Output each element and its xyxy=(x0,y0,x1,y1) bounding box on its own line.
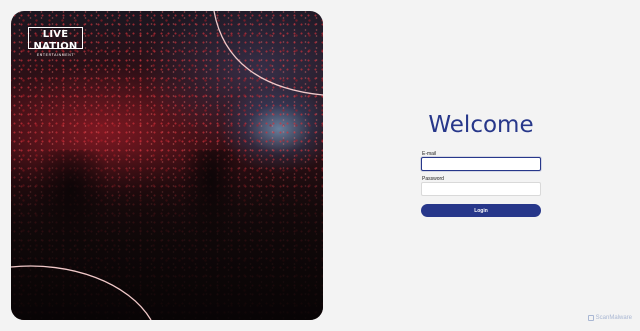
hero-concert-image: LIVE NATION ENTERTAINMENT xyxy=(11,11,323,320)
email-field[interactable] xyxy=(421,157,541,171)
scanmalware-watermark: ScanMalware xyxy=(587,315,632,321)
password-field[interactable] xyxy=(421,182,541,196)
watermark-text: ScanMalware xyxy=(595,315,632,321)
login-button[interactable]: Login xyxy=(421,204,541,217)
logo-wordmark: LIVE NATION xyxy=(33,29,78,52)
logo-subtitle: ENTERTAINMENT xyxy=(36,53,75,57)
live-nation-logo: LIVE NATION ENTERTAINMENT xyxy=(28,27,83,57)
scanmalware-icon xyxy=(587,315,594,321)
welcome-title: Welcome xyxy=(428,112,534,138)
